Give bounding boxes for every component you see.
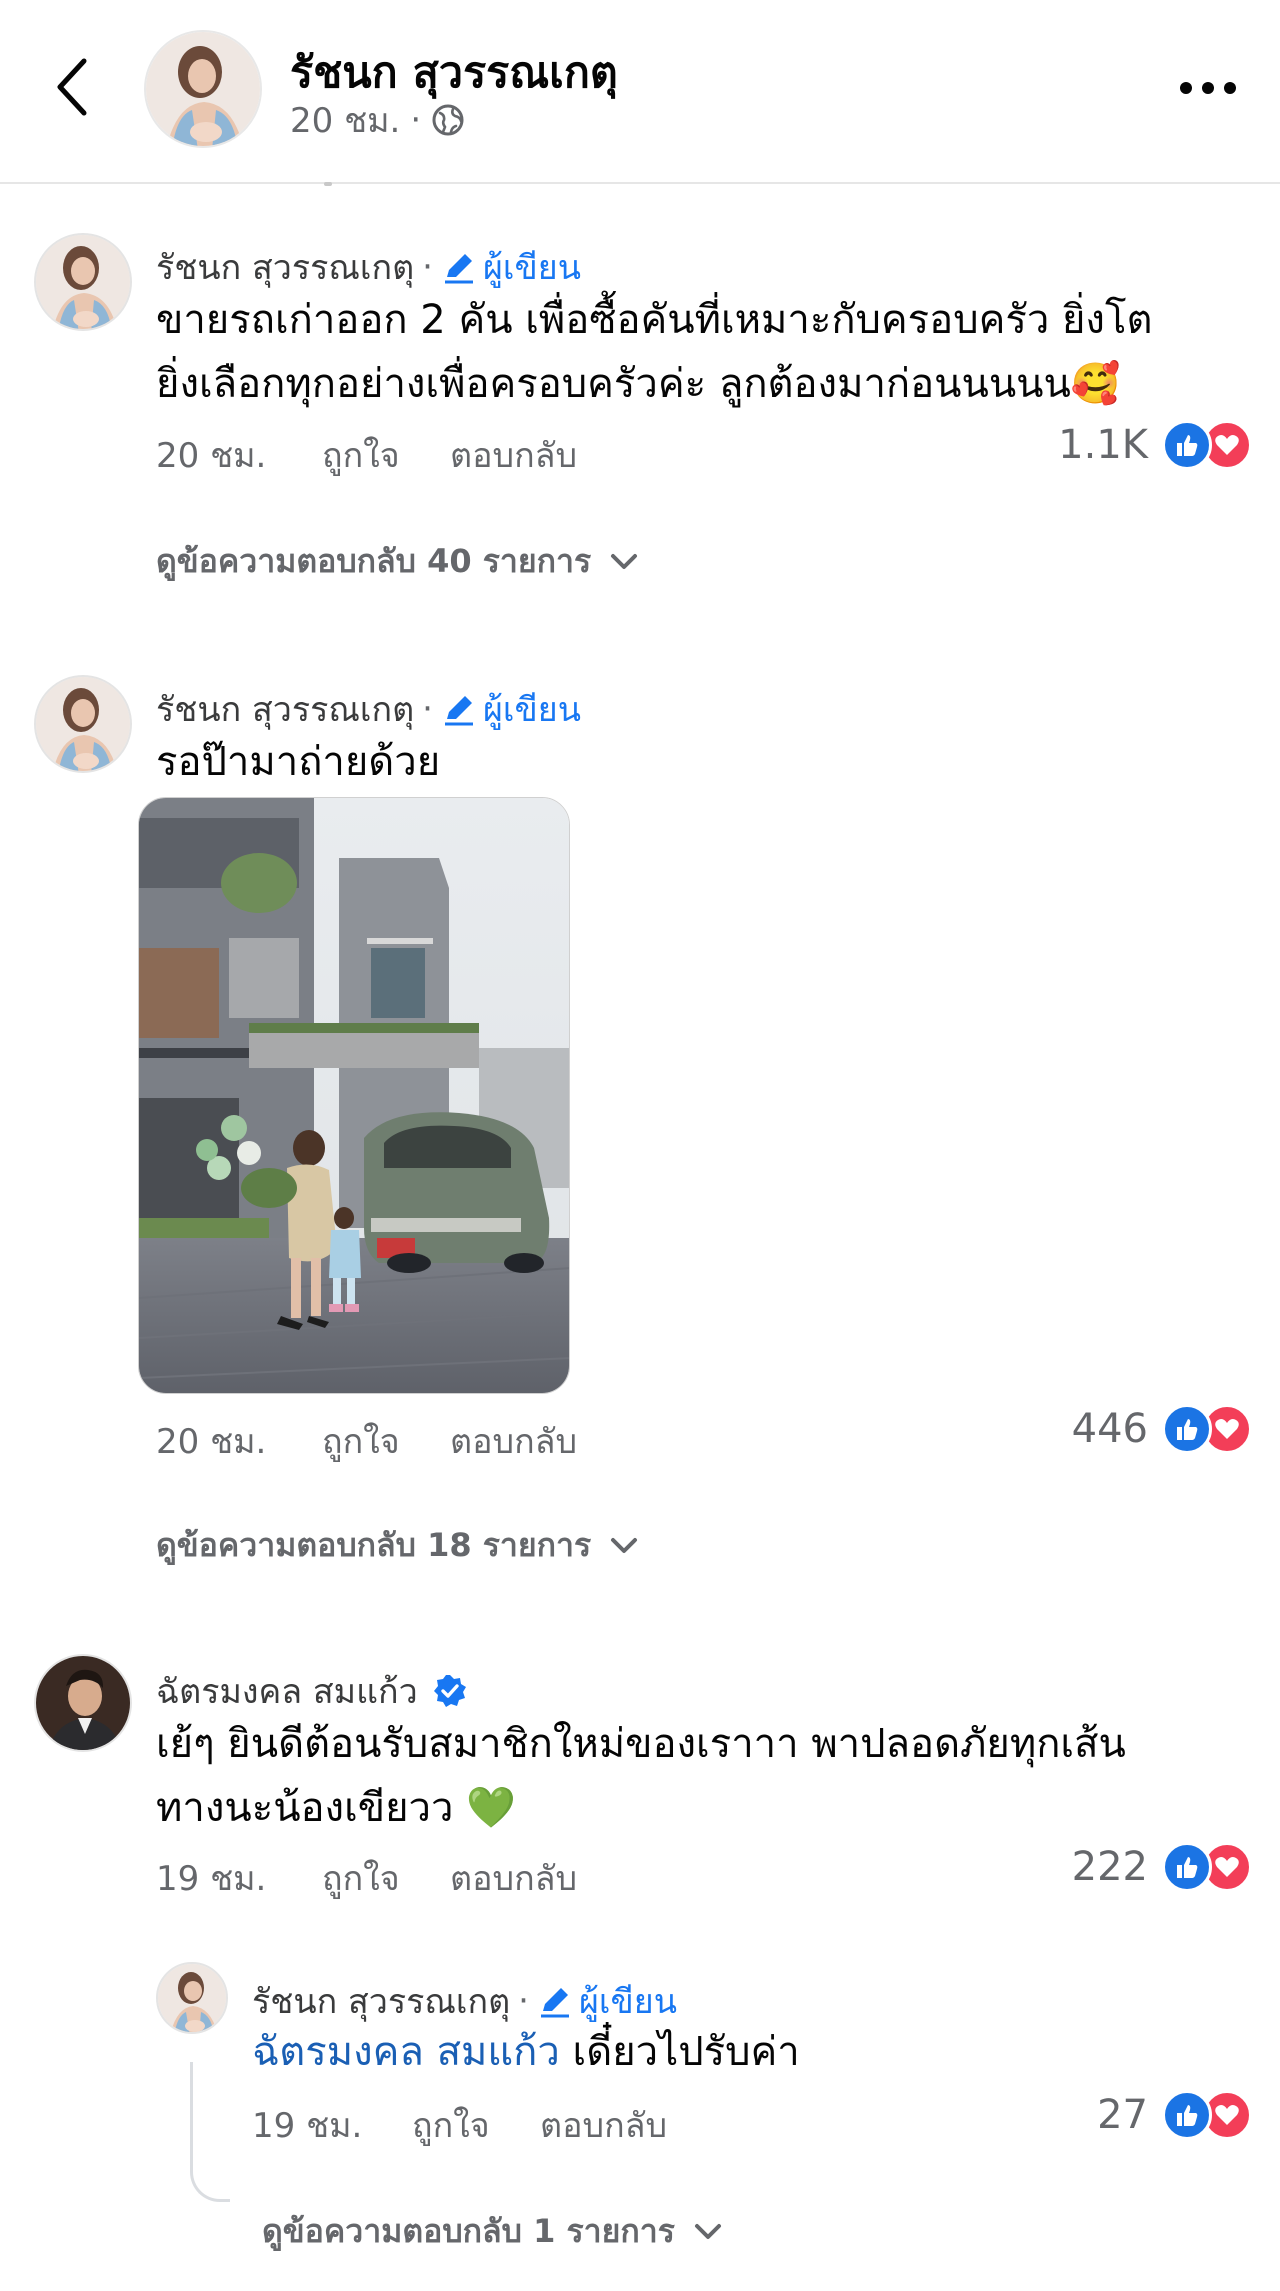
more-options-button[interactable]	[1176, 72, 1240, 104]
view-replies-label: ดูข้อความตอบกลับ 40 รายการ	[156, 542, 592, 580]
like-reaction-icon	[1162, 420, 1212, 470]
comment-header: รัชนก สุวรรณเกตุ · ผู้เขียน	[156, 240, 581, 294]
comment-time: 19 ชม.	[156, 1859, 267, 1899]
view-replies-link[interactable]: ดูข้อความตอบกลับ 40 รายการ	[156, 536, 639, 587]
reaction-summary[interactable]: 1.1K	[1058, 420, 1252, 470]
comment-text-line: ยิ่งเลือกทุกอย่างเพื่อครอบครัวค่ะ ลูกต้อ…	[156, 361, 1121, 407]
chevron-left-icon	[57, 58, 87, 116]
comment-actions: 20 ชม. ถูกใจ ตอบกลับ	[156, 1414, 577, 1468]
view-replies-label: ดูข้อความตอบกลับ 18 รายการ	[156, 1526, 592, 1564]
avatar[interactable]	[34, 675, 132, 773]
top-bar: รัชนก สุวรรณเกตุ 20 ชม. ·	[0, 0, 1280, 186]
post-time: 20 ชม.	[290, 101, 401, 141]
comment-text-line: รอป๊ามาถ่ายด้วย	[156, 739, 441, 785]
like-reaction-icon	[1162, 1842, 1212, 1892]
reaction-count: 222	[1071, 1844, 1148, 1890]
separator: ·	[422, 689, 433, 729]
globe-icon	[432, 104, 464, 136]
like-button[interactable]: ถูกใจ	[322, 1414, 450, 1468]
author-badge-label: ผู้เขียน	[482, 690, 581, 730]
comment-text-line: เย้ๆ ยินดีต้อนรับสมาชิกใหม่ของเราาา พาปล…	[156, 1721, 1126, 1767]
thread-line	[190, 2062, 230, 2202]
reply-button[interactable]: ตอบกลับ	[540, 2098, 667, 2152]
reaction-summary[interactable]: 446	[1072, 1404, 1252, 1454]
reply-button[interactable]: ตอบกลับ	[450, 428, 577, 482]
separator: ·	[410, 100, 422, 140]
comment-text: รอป๊ามาถ่ายด้วย	[156, 730, 440, 794]
view-replies-link[interactable]: ดูข้อความตอบกลับ 18 รายการ	[156, 1520, 639, 1571]
author-badge: ผู้เขียน	[441, 682, 581, 736]
like-button[interactable]: ถูกใจ	[322, 1851, 450, 1905]
view-replies-label: ดูข้อความตอบกลับ 1 รายการ	[262, 2212, 675, 2250]
pencil-icon	[444, 696, 473, 726]
post-meta: 20 ชม. ·	[290, 98, 465, 142]
like-reaction-icon	[1162, 2090, 1212, 2140]
chevron-down-icon	[694, 2223, 721, 2239]
reply-button[interactable]: ตอบกลับ	[450, 1851, 577, 1905]
pencil-icon	[540, 1988, 569, 2018]
comment-header: รัชนก สุวรรณเกตุ · ผู้เขียน	[156, 682, 581, 736]
back-button[interactable]	[44, 52, 100, 122]
comment-time: 20 ชม.	[156, 436, 267, 476]
comment-text: ฉัตรมงคล สมแก้ว เดี๋ยวไปรับค่า	[252, 2020, 800, 2084]
pencil-icon	[444, 254, 473, 284]
comment-text: ขายรถเก่าออก 2 คัน เพื่อซื้อคันที่เหมาะก…	[156, 288, 1152, 416]
commenter-name[interactable]: รัชนก สุวรรณเกตุ	[156, 240, 414, 294]
reply-button[interactable]: ตอบกลับ	[450, 1414, 577, 1468]
avatar[interactable]	[156, 1962, 228, 2034]
avatar[interactable]	[34, 233, 132, 331]
reaction-summary[interactable]: 222	[1072, 1842, 1252, 1892]
verified-badge-icon	[433, 1675, 466, 1707]
comment-actions: 20 ชม. ถูกใจ ตอบกลับ	[156, 428, 577, 482]
comment-time: 19 ชม.	[252, 2106, 363, 2146]
avatar[interactable]	[34, 1654, 132, 1752]
comment-header: ฉัตรมงคล สมแก้ว	[156, 1664, 468, 1718]
like-button[interactable]: ถูกใจ	[322, 428, 450, 482]
author-badge-label: ผู้เขียน	[482, 248, 581, 288]
comments-screen: รัชนก สุวรรณเกตุ 20 ชม. · รัชนก สุวรรณเก…	[0, 0, 1280, 2291]
comment-text-line: ขายรถเก่าออก 2 คัน เพื่อซื้อคันที่เหมาะก…	[156, 297, 1153, 343]
comment-photo[interactable]	[138, 797, 570, 1394]
avatar[interactable]	[144, 30, 262, 148]
like-button[interactable]: ถูกใจ	[412, 2098, 540, 2152]
comment-actions: 19 ชม. ถูกใจ ตอบกลับ	[252, 2098, 667, 2152]
reaction-count: 27	[1097, 2092, 1148, 2138]
comment-time: 20 ชม.	[156, 1422, 267, 1462]
author-badge: ผู้เขียน	[441, 240, 581, 294]
comment-actions: 19 ชม. ถูกใจ ตอบกลับ	[156, 1851, 577, 1905]
mention-link[interactable]: ฉัตรมงคล สมแก้ว	[252, 2029, 560, 2075]
chevron-down-icon	[611, 553, 638, 569]
like-reaction-icon	[1162, 1404, 1212, 1454]
comment-text: เย้ๆ ยินดีต้อนรับสมาชิกใหม่ของเราาา พาปล…	[156, 1712, 1126, 1840]
view-replies-link[interactable]: ดูข้อความตอบกลับ 1 รายการ	[262, 2206, 723, 2257]
commenter-name[interactable]: รัชนก สุวรรณเกตุ	[156, 682, 414, 736]
chevron-down-icon	[611, 1537, 638, 1553]
scroll-indicator	[324, 182, 332, 186]
commenter-name[interactable]: ฉัตรมงคล สมแก้ว	[156, 1664, 418, 1718]
comment-text-line: เดี๋ยวไปรับค่า	[559, 2029, 800, 2075]
separator: ·	[518, 1981, 529, 2021]
more-dots-icon	[1180, 82, 1236, 94]
separator: ·	[422, 247, 433, 287]
reaction-count: 1.1K	[1058, 422, 1148, 468]
reaction-count: 446	[1071, 1406, 1148, 1452]
reaction-summary[interactable]: 27	[1097, 2090, 1252, 2140]
comment-text-line: ทางนะน้องเขียวว 💚	[156, 1785, 516, 1831]
